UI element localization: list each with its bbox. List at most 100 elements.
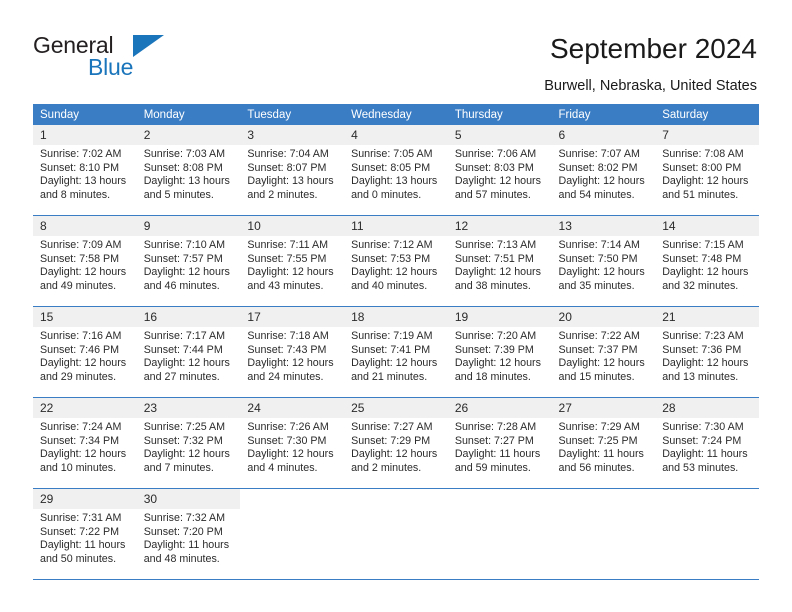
sunrise-text: Sunrise: 7:17 AM: [143, 330, 226, 342]
calendar-day-cell: [344, 488, 448, 580]
calendar-day-cell[interactable]: 23 Sunrise: 7:25 AM Sunset: 7:32 PM Dayligh…: [136, 397, 241, 489]
sunrise-text: Sunrise: 7:27 AM: [351, 421, 433, 433]
calendar-day-cell[interactable]: 17 Sunrise: 7:18 AM Sunset: 7:43 PM Dayligh…: [240, 306, 345, 398]
day-number: 8: [33, 216, 137, 236]
calendar-day-cell[interactable]: 25 Sunrise: 7:27 AM Sunset: 7:29 PM Dayligh…: [344, 397, 448, 489]
day-sun-info: Sunrise: 7:14 AM Sunset: 7:50 PM Daylight:…: [552, 236, 656, 293]
day-sun-info: Sunrise: 7:09 AM Sunset: 7:58 PM Daylight:…: [33, 236, 137, 293]
sunset-text: Sunset: 7:20 PM: [143, 525, 223, 538]
day-number: 20: [551, 307, 656, 327]
sunset-text: Sunset: 7:43 PM: [247, 343, 327, 356]
daylight-text: Daylight: 12 hours and 10 minutes.: [40, 448, 127, 474]
weekday-header-tuesday: Tuesday: [240, 104, 345, 125]
daylight-text: Daylight: 12 hours and 24 minutes.: [247, 357, 334, 383]
calendar-day-cell[interactable]: 28 Sunrise: 7:30 AM Sunset: 7:24 PM Dayligh…: [655, 397, 759, 489]
day-cell-content: 17 Sunrise: 7:18 AM Sunset: 7:43 PM Dayligh…: [240, 307, 345, 397]
day-cell-content: 23 Sunrise: 7:25 AM Sunset: 7:32 PM Dayligh…: [136, 398, 241, 488]
calendar-day-cell[interactable]: 4 Sunrise: 7:05 AM Sunset: 8:05 PM Daylight…: [344, 125, 448, 216]
day-cell-content: 28 Sunrise: 7:30 AM Sunset: 7:24 PM Dayligh…: [655, 398, 759, 488]
calendar-day-cell[interactable]: 1 Sunrise: 7:02 AM Sunset: 8:10 PM Daylight…: [33, 125, 137, 216]
calendar-day-cell[interactable]: 7 Sunrise: 7:08 AM Sunset: 8:00 PM Daylight…: [655, 125, 759, 216]
day-number: 21: [655, 307, 759, 327]
calendar-day-cell[interactable]: 16 Sunrise: 7:17 AM Sunset: 7:44 PM Dayligh…: [136, 306, 241, 398]
calendar-day-cell: [447, 488, 552, 580]
sunset-text: Sunset: 8:03 PM: [454, 161, 534, 174]
sunrise-text: Sunrise: 7:15 AM: [662, 239, 744, 251]
day-number: [552, 489, 656, 509]
day-number: 13: [551, 216, 656, 236]
day-number: 24: [240, 398, 345, 418]
calendar-day-cell[interactable]: 8 Sunrise: 7:09 AM Sunset: 7:58 PM Daylight…: [33, 215, 137, 307]
calendar-day-cell[interactable]: 22 Sunrise: 7:24 AM Sunset: 7:34 PM Dayligh…: [33, 397, 137, 489]
day-number: 23: [136, 398, 241, 418]
daylight-text: Daylight: 12 hours and 21 minutes.: [351, 357, 438, 383]
calendar-day-cell[interactable]: 10 Sunrise: 7:11 AM Sunset: 7:55 PM Dayligh…: [240, 215, 345, 307]
sunrise-text: Sunrise: 7:05 AM: [351, 148, 433, 160]
calendar-day-cell[interactable]: 20 Sunrise: 7:22 AM Sunset: 7:37 PM Dayligh…: [551, 306, 656, 398]
calendar-day-cell[interactable]: 3 Sunrise: 7:04 AM Sunset: 8:07 PM Daylight…: [240, 125, 345, 216]
day-number: 16: [136, 307, 241, 327]
sunrise-text: Sunrise: 7:02 AM: [40, 148, 122, 160]
calendar-day-cell[interactable]: 30 Sunrise: 7:32 AM Sunset: 7:20 PM Dayligh…: [136, 488, 241, 580]
sunrise-text: Sunrise: 7:03 AM: [143, 148, 226, 160]
calendar-day-cell[interactable]: 2 Sunrise: 7:03 AM Sunset: 8:08 PM Daylight…: [136, 125, 241, 216]
daylight-text: Daylight: 13 hours and 0 minutes.: [351, 175, 438, 201]
day-number: [655, 489, 759, 509]
sunset-text: Sunset: 7:57 PM: [143, 252, 223, 265]
sunset-text: Sunset: 8:10 PM: [40, 161, 120, 174]
day-sun-info: Sunrise: 7:23 AM Sunset: 7:36 PM Daylight:…: [655, 327, 759, 384]
day-cell-content: 21 Sunrise: 7:23 AM Sunset: 7:36 PM Dayligh…: [655, 307, 759, 397]
daylight-text: Daylight: 12 hours and 13 minutes.: [662, 357, 749, 383]
sunrise-text: Sunrise: 7:12 AM: [351, 239, 433, 251]
day-cell-content: 14 Sunrise: 7:15 AM Sunset: 7:48 PM Dayligh…: [655, 216, 759, 306]
calendar-day-cell[interactable]: 21 Sunrise: 7:23 AM Sunset: 7:36 PM Dayligh…: [655, 306, 759, 398]
calendar-day-cell[interactable]: 29 Sunrise: 7:31 AM Sunset: 7:22 PM Dayligh…: [33, 488, 137, 580]
calendar-day-cell[interactable]: 13 Sunrise: 7:14 AM Sunset: 7:50 PM Dayligh…: [551, 215, 656, 307]
day-number: 7: [655, 125, 759, 145]
calendar-day-cell[interactable]: 5 Sunrise: 7:06 AM Sunset: 8:03 PM Daylight…: [447, 125, 552, 216]
weekday-header-friday: Friday: [551, 104, 656, 125]
sunset-text: Sunset: 7:37 PM: [558, 343, 638, 356]
day-number: 25: [344, 398, 448, 418]
day-number: 2: [136, 125, 241, 145]
daylight-text: Daylight: 12 hours and 54 minutes.: [558, 175, 645, 201]
sunrise-text: Sunrise: 7:18 AM: [247, 330, 329, 342]
day-sun-info: Sunrise: 7:05 AM Sunset: 8:05 PM Daylight:…: [344, 145, 448, 202]
day-number: 18: [344, 307, 448, 327]
calendar-day-cell[interactable]: 15 Sunrise: 7:16 AM Sunset: 7:46 PM Dayligh…: [33, 306, 137, 398]
sunset-text: Sunset: 8:00 PM: [662, 161, 742, 174]
daylight-text: Daylight: 12 hours and 32 minutes.: [662, 266, 749, 292]
day-cell-content: [344, 489, 448, 579]
calendar-day-cell[interactable]: 9 Sunrise: 7:10 AM Sunset: 7:57 PM Daylight…: [136, 215, 241, 307]
calendar-day-cell[interactable]: 26 Sunrise: 7:28 AM Sunset: 7:27 PM Dayligh…: [447, 397, 552, 489]
sunrise-text: Sunrise: 7:22 AM: [558, 330, 640, 342]
calendar-day-cell[interactable]: 12 Sunrise: 7:13 AM Sunset: 7:51 PM Dayligh…: [447, 215, 552, 307]
sunrise-text: Sunrise: 7:11 AM: [247, 239, 328, 251]
calendar-day-cell[interactable]: 14 Sunrise: 7:15 AM Sunset: 7:48 PM Dayligh…: [655, 215, 759, 307]
day-number: 29: [33, 489, 137, 509]
day-sun-info: Sunrise: 7:30 AM Sunset: 7:24 PM Daylight:…: [655, 418, 759, 475]
calendar-day-cell[interactable]: 11 Sunrise: 7:12 AM Sunset: 7:53 PM Dayligh…: [344, 215, 448, 307]
calendar-day-cell[interactable]: 27 Sunrise: 7:29 AM Sunset: 7:25 PM Dayligh…: [551, 397, 656, 489]
sunrise-text: Sunrise: 7:29 AM: [558, 421, 640, 433]
daylight-text: Daylight: 13 hours and 5 minutes.: [143, 175, 230, 201]
day-number: 12: [447, 216, 552, 236]
day-number: 22: [33, 398, 137, 418]
calendar-day-cell[interactable]: 24 Sunrise: 7:26 AM Sunset: 7:30 PM Dayligh…: [240, 397, 345, 489]
generalblue-logo: General Blue: [33, 32, 223, 82]
daylight-text: Daylight: 12 hours and 38 minutes.: [454, 266, 541, 292]
sunset-text: Sunset: 7:30 PM: [247, 434, 327, 447]
day-sun-info: Sunrise: 7:10 AM Sunset: 7:57 PM Daylight:…: [137, 236, 241, 293]
day-sun-info: Sunrise: 7:15 AM Sunset: 7:48 PM Daylight:…: [655, 236, 759, 293]
daylight-text: Daylight: 11 hours and 53 minutes.: [662, 448, 748, 474]
logo-triangle-icon: [133, 35, 164, 57]
day-cell-content: 30 Sunrise: 7:32 AM Sunset: 7:20 PM Dayligh…: [136, 489, 241, 579]
page-header: General Blue September 2024 Burwell, Neb…: [0, 0, 792, 100]
sunrise-text: Sunrise: 7:24 AM: [40, 421, 122, 433]
weekday-header-saturday: Saturday: [655, 104, 759, 125]
calendar-day-cell[interactable]: 19 Sunrise: 7:20 AM Sunset: 7:39 PM Dayligh…: [447, 306, 552, 398]
daylight-text: Daylight: 12 hours and 18 minutes.: [454, 357, 541, 383]
calendar-day-cell[interactable]: 6 Sunrise: 7:07 AM Sunset: 8:02 PM Daylight…: [551, 125, 656, 216]
day-sun-info: Sunrise: 7:07 AM Sunset: 8:02 PM Daylight:…: [552, 145, 656, 202]
calendar-day-cell[interactable]: 18 Sunrise: 7:19 AM Sunset: 7:41 PM Dayligh…: [344, 306, 448, 398]
